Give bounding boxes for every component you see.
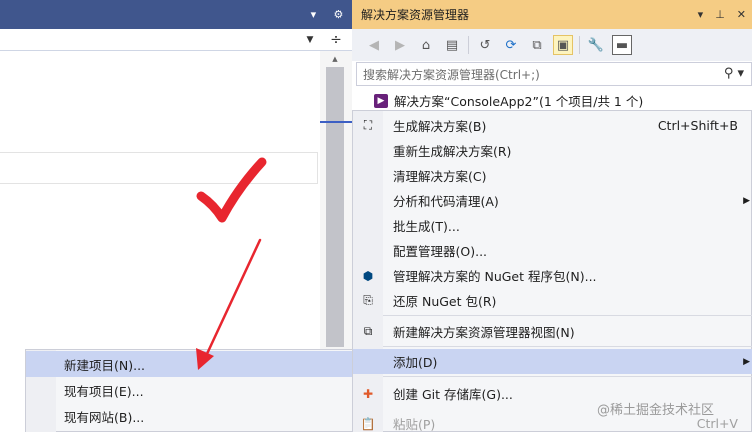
- arrow-head-icon: [196, 348, 214, 370]
- checkmark-icon: [196, 157, 267, 223]
- annotation-overlay: [196, 157, 267, 370]
- watermark: @稀土掘金技术社区: [597, 403, 715, 418]
- arrow-line: [204, 238, 262, 358]
